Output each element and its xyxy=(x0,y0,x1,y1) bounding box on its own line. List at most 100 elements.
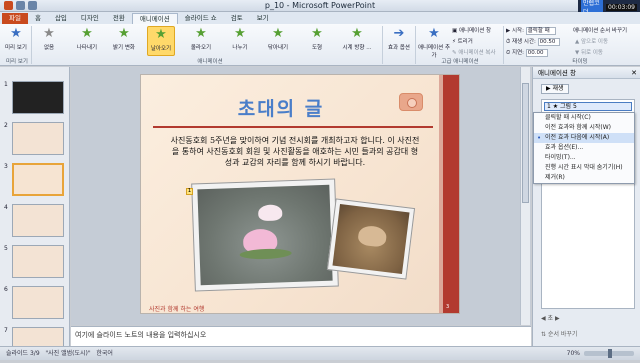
tab-slideshow[interactable]: 슬라이드 쇼 xyxy=(178,13,224,24)
menu-start-with-previous[interactable]: 이전 효과와 함께 시작(W) xyxy=(534,123,634,133)
animation-item[interactable]: 1 ★ 그림 5 xyxy=(544,102,632,111)
effect-shape[interactable]: ★ 도형 xyxy=(303,26,331,56)
lily-pad xyxy=(239,248,292,260)
tab-view[interactable]: 보기 xyxy=(250,13,276,24)
animation-list: 1 ★ 그림 5 클릭할 때 시작(C) 이전 효과와 함께 시작(W) 이전 … xyxy=(533,99,635,309)
trigger-button[interactable]: ⚡ 트리거 xyxy=(452,37,473,45)
menu-remove[interactable]: 제거(R) xyxy=(534,173,634,183)
lotus-flower xyxy=(257,204,283,222)
thumbnail-slide-6[interactable]: 6 xyxy=(2,286,68,322)
start-field[interactable]: ▶ 시작: 클릭할 때 xyxy=(506,26,556,35)
play-button[interactable]: ▶ 재생 xyxy=(541,84,569,94)
group-label-advanced: 고급 애니메이션 xyxy=(441,59,479,65)
slide-footer: 사진과 함께 하는 여행 xyxy=(149,306,205,313)
star-icon: ★ xyxy=(81,26,93,41)
effect-wipe[interactable]: ★ 닦아내기 xyxy=(264,26,292,56)
animation-pane: 애니메이션 창 ✕ ▶ 재생 1 ★ 그림 5 클릭할 때 시작(C) 이전 효… xyxy=(532,67,640,346)
move-later-button[interactable]: ▼ 뒤로 이동 xyxy=(575,48,603,56)
menu-hide-timeline[interactable]: 진행 시간 표시 막대 숨기기(H) xyxy=(534,163,634,173)
group-label-animation: 애니메이션 xyxy=(197,59,223,65)
slide[interactable]: 초대의 글 사진동호회 5주년을 맞이하여 기념 전시회를 개최하고자 합니다.… xyxy=(140,74,460,314)
lotus-flower xyxy=(357,224,388,248)
effect-float-in[interactable]: ★ 올라오기 xyxy=(187,26,215,56)
thumbnail-slide-2[interactable]: 2 xyxy=(2,122,68,158)
animation-context-menu: 클릭할 때 시작(C) 이전 효과와 함께 시작(W) 이전 효과 다음에 시작… xyxy=(533,112,635,184)
anim-pane-toggle[interactable]: ▣ 애니메이션 창 xyxy=(452,26,491,34)
effect-fade[interactable]: ★ 밝기 변화 xyxy=(110,26,138,56)
thumbnail-slide-4[interactable]: 4 xyxy=(2,204,68,240)
zoom-level[interactable]: 70% xyxy=(567,347,580,361)
reorder-title: 애니메이션 순서 바꾸기 xyxy=(573,28,628,34)
arrow-right-icon: ➔ xyxy=(393,26,405,41)
menu-start-on-click[interactable]: 클릭할 때 시작(C) xyxy=(534,113,634,123)
move-earlier-button[interactable]: ▲ 앞으로 이동 xyxy=(575,37,608,45)
tab-animations[interactable]: 애니메이션 xyxy=(131,13,178,24)
effect-fly-in[interactable]: ★ 날아오기 xyxy=(147,26,175,56)
status-bar: 슬라이드 3/9 "사진 앨범(도시)" 한국어 70% xyxy=(0,346,640,360)
slide-body-text[interactable]: 사진동호회 5주년을 맞이하여 기념 전시회를 개최하고자 합니다. 이 사진전… xyxy=(169,135,421,168)
preview-button[interactable]: ★ 미리 보기 xyxy=(2,26,30,56)
status-left: 슬라이드 3/9 "사진 앨범(도시)" 한국어 xyxy=(6,350,113,357)
tab-review[interactable]: 검토 xyxy=(224,13,250,24)
ribbon-tabs: 파일 홈 삽입 디자인 전환 애니메이션 슬라이드 쇼 검토 보기 xyxy=(0,12,640,24)
lotus-photo[interactable] xyxy=(191,178,339,292)
star-icon: ★ xyxy=(195,26,207,41)
window-title: p_10 - Microsoft PowerPoint xyxy=(264,1,376,10)
zoom-slider[interactable] xyxy=(584,349,634,358)
effect-none[interactable]: ★ 없음 xyxy=(35,26,63,56)
camera-icon xyxy=(399,93,423,111)
timeline-seconds[interactable]: ◀ 초 ▶ xyxy=(541,314,635,324)
animation-pane-header: 애니메이션 창 ✕ xyxy=(533,67,640,79)
tab-transitions[interactable]: 전환 xyxy=(106,13,132,24)
star-icon: ★ xyxy=(155,27,167,42)
animation-painter-button[interactable]: ✎ 애니메이션 복사 xyxy=(452,48,496,56)
slide-page-number: 3 xyxy=(446,304,450,310)
menu-effect-options[interactable]: 효과 옵션(E)... xyxy=(534,143,634,153)
tab-design[interactable]: 디자인 xyxy=(74,13,106,24)
lotus-photo-image xyxy=(197,184,333,286)
thumbnail-slide-1[interactable]: 1 xyxy=(2,81,68,117)
scrollbar-thumb[interactable] xyxy=(522,83,529,203)
slide-title[interactable]: 초대의 글 xyxy=(141,94,421,121)
ribbon-separator xyxy=(415,26,416,64)
reorder-control[interactable]: ⇅ 순서 바꾸기 xyxy=(541,329,635,338)
tray-time: 00:03:09 xyxy=(606,3,637,11)
notes-pane[interactable]: 여기에 슬라이드 노트의 내용을 입력하십시오 xyxy=(71,326,531,346)
effect-appear[interactable]: ★ 나타내기 xyxy=(73,26,101,56)
star-icon: ★ xyxy=(272,26,284,41)
vertical-scrollbar[interactable] xyxy=(520,67,530,325)
title-underline xyxy=(153,126,433,128)
tab-file[interactable]: 파일 xyxy=(2,13,28,24)
ribbon-separator xyxy=(503,26,504,64)
sepia-lotus-photo[interactable] xyxy=(326,198,416,280)
menu-start-after-previous[interactable]: 이전 효과 다음에 시작(A) xyxy=(534,133,634,143)
animation-order-marker[interactable]: 1 xyxy=(186,188,193,195)
add-animation-button[interactable]: ★ 애니메이션 추가 xyxy=(417,26,451,60)
star-icon: ★ xyxy=(311,26,323,41)
group-label-timing: 타이밍 xyxy=(572,59,588,65)
menu-timing[interactable]: 타이밍(T)... xyxy=(534,153,634,163)
thumbnail-slide-3[interactable]: 3 xyxy=(2,163,68,199)
title-bar: p_10 - Microsoft PowerPoint xyxy=(0,0,640,12)
star-icon: ★ xyxy=(351,26,363,41)
slide-thumbnails: 1 2 3 4 5 6 7 xyxy=(0,67,70,360)
duration-field[interactable]: ⏱ 재생 시간: 00.50 xyxy=(506,37,560,46)
slide-accent-bar xyxy=(443,75,459,313)
star-icon: ★ xyxy=(118,26,130,41)
thumbnail-slide-5[interactable]: 5 xyxy=(2,245,68,281)
delay-field[interactable]: ⏲ 지연: 00.00 xyxy=(506,48,548,57)
group-label-preview: 미리 보기 xyxy=(6,59,28,65)
ribbon: ★ 미리 보기 ★ 없음 ★ 나타내기 ★ 밝기 변화 ★ 날아오기 ★ 올라오기 ★ 나누… xyxy=(0,24,640,66)
ribbon-separator xyxy=(382,26,383,64)
star-icon: ★ xyxy=(43,26,55,41)
close-icon[interactable]: ✕ xyxy=(631,67,637,79)
effect-options-button[interactable]: ➔ 효과 옵션 xyxy=(385,26,413,56)
effect-split[interactable]: ★ 나누기 xyxy=(226,26,254,56)
tab-insert[interactable]: 삽입 xyxy=(48,13,74,24)
star-icon: ★ xyxy=(234,26,246,41)
add-star-icon: ★ xyxy=(428,26,440,41)
sepia-photo-image xyxy=(332,203,410,275)
preview-star-icon: ★ xyxy=(10,26,22,41)
tab-home[interactable]: 홈 xyxy=(28,13,48,24)
effect-wheel[interactable]: ★ 시계 방향 ... xyxy=(340,26,374,56)
